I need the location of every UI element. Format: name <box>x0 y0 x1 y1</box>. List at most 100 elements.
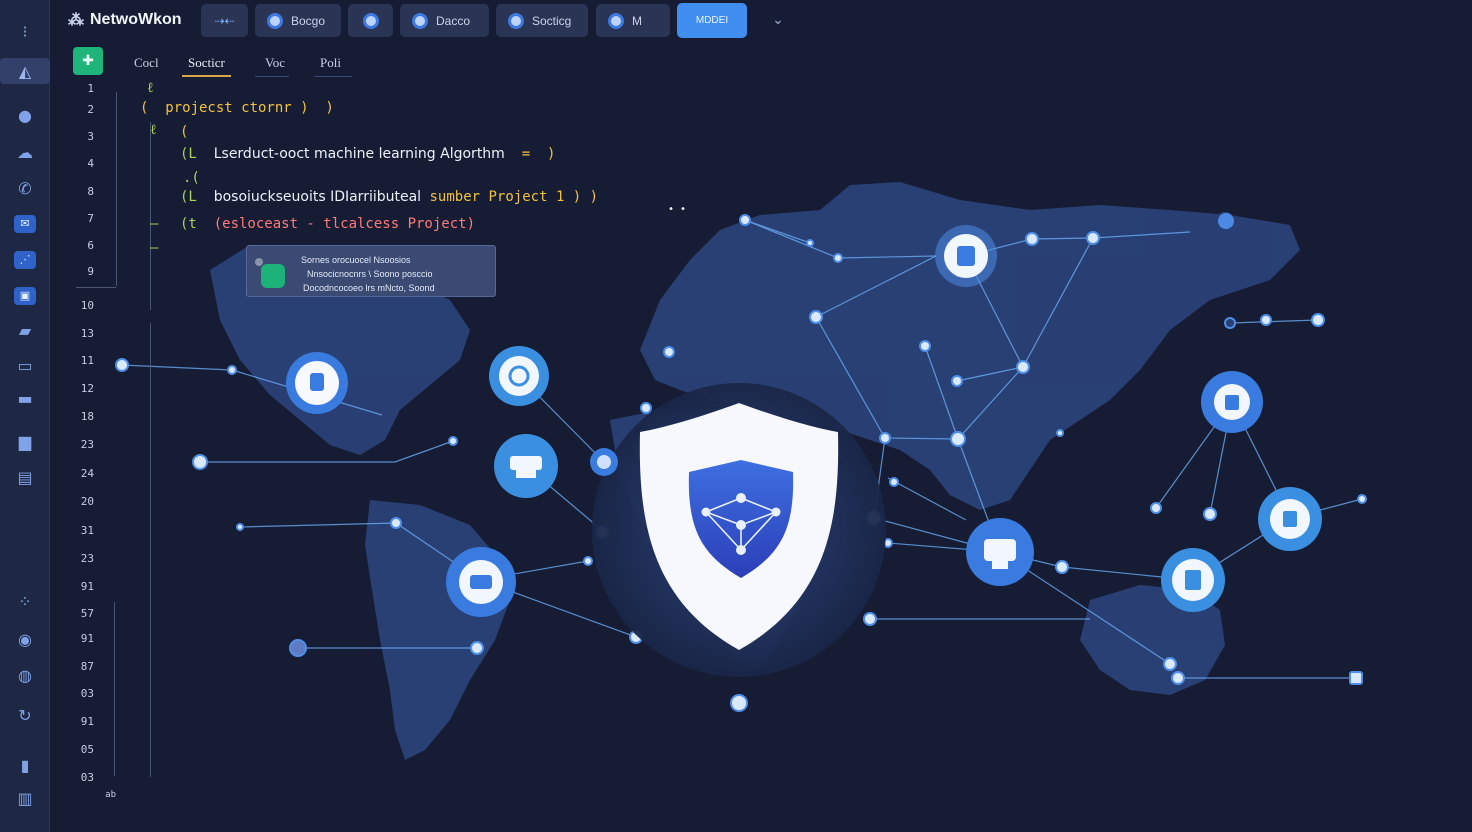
line-number: 20 <box>80 495 94 508</box>
line-number: 12 <box>80 382 94 395</box>
globe-icon[interactable]: ◉ <box>6 626 44 652</box>
id-card-icon[interactable]: ▤ <box>6 464 44 490</box>
line-number: 9 <box>87 265 94 278</box>
line-number: 1 <box>87 82 94 95</box>
line-number: 3 <box>87 130 94 143</box>
line-number: 91 <box>80 580 94 593</box>
play-icon: ✚ <box>82 53 94 69</box>
line-number: 57 <box>80 607 94 620</box>
chip-label: M <box>632 13 642 28</box>
line-number: 91 <box>80 632 94 645</box>
security-shield <box>592 383 886 677</box>
document-node-icon <box>1161 548 1225 612</box>
gutter-footer-label: ab <box>105 790 116 800</box>
tab-socticr[interactable]: Socticr <box>182 55 231 77</box>
code-tooltip: Sornes orocuocel Nsoosios Nnsocicnocnrs … <box>246 245 496 297</box>
tab-divider <box>255 76 289 77</box>
tooltip-line: Nnsocicnocnrs \ Soono posccio <box>307 269 433 279</box>
code-bracket: .( <box>183 170 200 186</box>
code-line-7: (t (esloceast - tlcalcess Project) <box>180 216 475 232</box>
refresh-icon[interactable]: ↻ <box>6 702 44 728</box>
code-suffix: 1 ) ) <box>555 189 599 205</box>
trash-icon[interactable]: ▮ <box>6 752 44 778</box>
line-number: 91 <box>80 715 94 728</box>
circle-icon <box>412 12 428 29</box>
chip-label: Dacco <box>436 13 471 28</box>
line-number: 18 <box>80 410 94 423</box>
primary-action-button[interactable]: MDDEI <box>677 3 747 38</box>
south-america-shape <box>365 500 510 760</box>
mail-icon[interactable]: ✉ <box>6 211 44 237</box>
line-number: 8 <box>87 185 94 198</box>
chart-icon[interactable]: ⋰ <box>6 247 44 273</box>
toolbar-chip-2[interactable] <box>348 4 393 37</box>
line-number: 4 <box>87 157 94 170</box>
circle-icon <box>362 12 379 29</box>
toolbar-chip-5[interactable]: M <box>596 4 670 37</box>
line-number: 2 <box>87 103 94 116</box>
tooltip-app-icon <box>261 264 285 288</box>
chip-label: Socticg <box>532 13 572 28</box>
line-number: 13 <box>80 327 94 340</box>
code-prefix: (t <box>180 216 197 232</box>
indent-guide <box>76 287 116 288</box>
square-icon[interactable]: ▣ <box>6 283 44 309</box>
compass-icon[interactable]: ◍ <box>6 662 44 688</box>
code-marker: – <box>150 216 159 232</box>
bar-chart-icon[interactable]: ▥ <box>6 785 44 811</box>
circle-icon <box>608 12 624 29</box>
line-number: 24 <box>80 467 94 480</box>
line-number: 05 <box>80 743 94 756</box>
line-number: 03 <box>80 771 94 784</box>
chat-icon[interactable]: ▰ <box>6 317 44 343</box>
code-bracket: ℓ <box>150 122 157 138</box>
code-line-3: ( <box>180 124 189 140</box>
package-node-icon <box>446 547 516 617</box>
comment-icon[interactable]: ▆ <box>6 428 44 454</box>
line-number: 31 <box>80 524 94 537</box>
tab-voc[interactable]: Voc <box>265 55 285 77</box>
code-marker: – <box>150 240 159 256</box>
tab-divider <box>314 76 352 77</box>
line-number: 11 <box>80 354 94 367</box>
line-number: 03 <box>80 687 94 700</box>
line-number: 6 <box>87 239 94 252</box>
code-prefix: (L <box>180 189 197 205</box>
line-number: 23 <box>80 552 94 565</box>
grid-logo-icon: ⁂ <box>68 12 84 29</box>
code-text: Lserduct-ooct machine learning Algorthm <box>213 146 505 162</box>
indent-guide <box>116 92 117 286</box>
code-prefix: (L <box>180 146 197 162</box>
code-bracket: ℓ <box>147 80 154 96</box>
network-map-svg <box>115 182 1367 760</box>
line-number: 10 <box>80 299 94 312</box>
code-text: (esloceast - tlcalcess Project) <box>213 216 476 232</box>
tab-cocl[interactable]: Cocl <box>134 55 159 77</box>
island-shape <box>1136 316 1164 344</box>
archive-node-icon <box>935 225 997 287</box>
toolbar-chip-1[interactable]: Bocgo <box>255 4 341 37</box>
database-node-icon <box>286 352 348 414</box>
toolbar-arrows-button[interactable]: ⇢⇠ <box>201 4 248 37</box>
run-button[interactable]: ✚ <box>73 47 103 75</box>
storage-node-icon <box>966 518 1034 586</box>
lock-node-icon <box>1201 371 1263 433</box>
code-line-2: ( projecst ctornr ) ) <box>140 100 334 116</box>
chevron-down-icon[interactable]: ⌄ <box>768 10 788 30</box>
dots-icon[interactable]: ⁘ <box>6 588 44 614</box>
indent-guide <box>114 602 115 776</box>
toolbar-chip-3[interactable]: Dacco <box>400 4 489 37</box>
line-number: 23 <box>80 438 94 451</box>
cloud-icon[interactable]: ☁ <box>6 139 44 165</box>
primary-action-label: MDDEI <box>695 15 729 26</box>
toolbar-chip-4[interactable]: Socticg <box>496 4 588 37</box>
monitor-icon[interactable]: ▭ <box>6 352 44 378</box>
line-number: 87 <box>80 660 94 673</box>
menu-icon[interactable]: ⁝ <box>6 18 44 44</box>
message-icon[interactable]: ▬ <box>6 385 44 411</box>
phone-icon[interactable]: ✆ <box>6 175 44 201</box>
relay-node-icon <box>590 448 618 476</box>
tab-poli[interactable]: Poli <box>320 55 341 77</box>
mountain-icon[interactable]: ◭ <box>0 58 50 84</box>
circle-icon[interactable]: ● <box>6 102 44 128</box>
